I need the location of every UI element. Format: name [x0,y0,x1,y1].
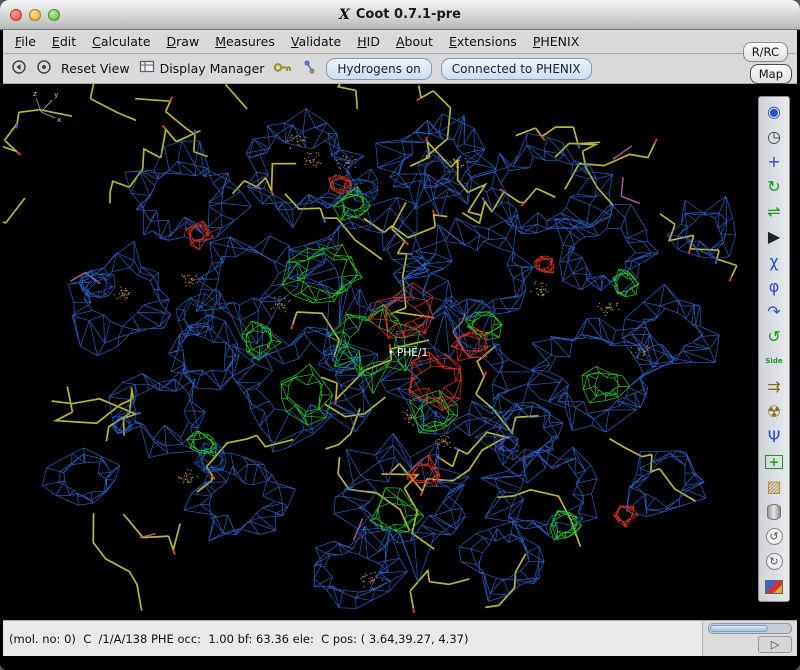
add-atom-icon: + [765,455,783,469]
flip-peptide-icon: ↷ [767,304,780,320]
torsion-icon: φ [769,279,780,295]
radiation-icon: ☢ [767,404,781,420]
graphics-canvas: x y z PHE/1 [3,84,751,620]
horizontal-scrollbar[interactable] [708,623,792,634]
brush-button[interactable]: ▨ [760,474,788,499]
chi-angles-button[interactable]: χ [760,249,788,274]
atom-pair-icon[interactable] [302,59,317,79]
window-bottom-edge [0,656,800,670]
key-icon[interactable] [273,59,293,78]
auto-fit-rotamer-button[interactable]: ↺ [760,324,788,349]
auto-fit-rotamer-icon: ↺ [767,329,780,345]
menu-item-about[interactable]: About [388,31,441,52]
display-manager-group: Display Manager [139,59,265,78]
torsion-button[interactable]: φ [760,274,788,299]
coot-window: X Coot 0.7.1-pre FileEditCalculateDrawMe… [0,0,800,670]
rrc-button[interactable]: R/RC [743,42,788,62]
redo-button[interactable]: ↻ [760,549,788,574]
svg-text:z: z [33,90,37,98]
overflow-arrow-button[interactable]: ▷ [758,636,792,653]
mutate-button[interactable]: ⇉ [760,374,788,399]
menu-item-validate[interactable]: Validate [283,31,349,52]
translate-button[interactable]: + [760,149,788,174]
svg-text:x: x [57,116,61,124]
chi-angles-icon: χ [769,254,778,270]
add-terminal-residue-button[interactable]: Ψ [760,424,788,449]
refine-icon: ↻ [767,179,780,195]
menu-item-extensions[interactable]: Extensions [441,31,525,52]
map-sphere-button[interactable]: ◉ [760,99,788,124]
main-area: x y z PHE/1 ◉ ◷ + ↻ ⇌ ▶ χ φ ↷ ↺ Side ⇉ ☢ [3,84,797,620]
add-terminal-residue-icon: Ψ [768,429,781,445]
reset-view-button[interactable]: Reset View [61,61,130,76]
menu-item-phenix[interactable]: PHENIX [525,31,587,52]
right-column: ◉ ◷ + ↻ ⇌ ▶ χ φ ↷ ↺ Side ⇉ ☢ Ψ + ▨ [751,84,797,620]
radiation-button[interactable]: ☢ [760,399,788,424]
menu-item-file[interactable]: File [7,31,44,52]
viewport-3d[interactable]: x y z PHE/1 [3,84,751,620]
screenshot-button[interactable] [760,574,788,599]
undo-icon: ↺ [766,528,783,545]
flip-peptide-button[interactable]: ↷ [760,299,788,324]
main-toolbar: Reset View Display Manager Hydrogens on … [3,54,797,84]
status-text: (mol. no: 0) C /1/A/138 PHE occ: 1.00 bf… [9,632,468,646]
play-icon: ▶ [768,229,780,245]
scrollbar-thumb[interactable] [710,625,768,632]
screenshot-icon [765,580,783,594]
svg-text:y: y [54,91,58,99]
mutate-icon: ⇉ [767,379,780,395]
window-title-text: Coot 0.7.1-pre [356,7,461,22]
circle-dot-icon[interactable] [36,59,52,79]
refine-button[interactable]: ↻ [760,174,788,199]
close-button[interactable] [10,9,22,21]
map-button[interactable]: Map [750,64,792,84]
clock-icon: ◷ [767,129,781,145]
map-sphere-icon: ◉ [767,104,781,120]
zoom-button[interactable] [48,9,60,21]
menu-item-measures[interactable]: Measures [207,31,283,52]
translate-icon: + [767,154,780,170]
menu-item-hid[interactable]: HID [349,31,388,52]
cylinder-button[interactable] [760,499,788,524]
side-chain-180-button[interactable]: Side [760,349,788,374]
add-atom-button[interactable]: + [760,449,788,474]
regularize-icon: ⇌ [767,204,780,220]
menubar: FileEditCalculateDrawMeasuresValidateHID… [3,30,797,54]
regularize-button[interactable]: ⇌ [760,199,788,224]
hydrogens-toggle-button[interactable]: Hydrogens on [326,58,431,80]
x11-icon: X [339,7,350,23]
window-title: X Coot 0.7.1-pre [339,7,461,23]
svg-text:PHE/1: PHE/1 [397,347,428,359]
menu-item-draw[interactable]: Draw [159,31,208,52]
cylinder-icon [767,504,781,520]
titlebar[interactable]: X Coot 0.7.1-pre [0,0,800,30]
phenix-status-button[interactable]: Connected to PHENIX [441,58,592,80]
undo-button[interactable]: ↺ [760,524,788,549]
side-chain-180-icon: Side [765,358,782,365]
monitor-grid-icon [139,59,155,78]
triangle-right-icon: ▷ [771,638,779,651]
menu-item-calculate[interactable]: Calculate [84,31,158,52]
display-manager-button[interactable]: Display Manager [160,61,265,76]
menu-item-edit[interactable]: Edit [44,31,84,52]
minimize-button[interactable] [29,9,41,21]
status-row: (mol. no: 0) C /1/A/138 PHE occ: 1.00 bf… [3,620,797,656]
brush-icon: ▨ [766,479,781,495]
circle-arrow-icon[interactable] [11,59,27,79]
status-right: ▷ [703,621,797,656]
clock-button[interactable]: ◷ [760,124,788,149]
model-toolbar: ◉ ◷ + ↻ ⇌ ▶ χ φ ↷ ↺ Side ⇉ ☢ Ψ + ▨ [758,96,790,602]
redo-icon: ↻ [766,553,783,570]
play-button[interactable]: ▶ [760,224,788,249]
statusbar: (mol. no: 0) C /1/A/138 PHE occ: 1.00 bf… [3,621,703,656]
window-controls [10,9,60,21]
